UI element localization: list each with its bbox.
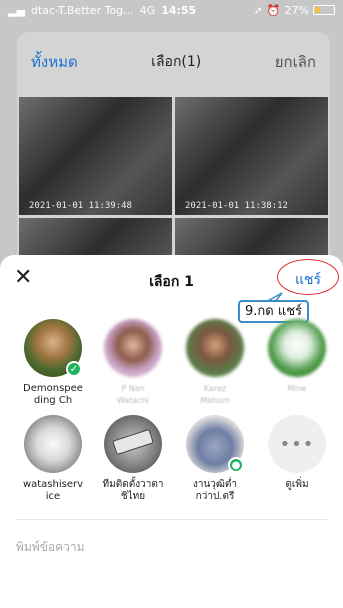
contact-item[interactable]: ✓ Demonspee ding Ch <box>13 319 93 407</box>
share-button[interactable]: แชร์ <box>295 269 321 291</box>
alarm-icon: ⏰ <box>266 3 281 17</box>
contact-name: watashiserv ice <box>22 479 84 502</box>
select-all-button[interactable]: ทั้งหมด <box>31 50 78 74</box>
contact-item[interactable]: Karez Mahom <box>175 319 255 407</box>
avatar <box>268 319 326 377</box>
video-thumbnail[interactable]: 2021-01-01 11:38:12 <box>175 97 328 215</box>
avatar <box>104 319 162 377</box>
video-thumbnail[interactable]: 2021-01-01 11:39:48 <box>19 97 172 215</box>
battery-percent: 27% <box>284 3 309 17</box>
status-bar: ▂▄ dtac-T.Better Tog... 4G 14:55 ➚ ⏰ 27% <box>0 0 343 20</box>
thumbnail-timestamp: 2021-01-01 11:38:12 <box>185 201 288 211</box>
location-icon: ➚ <box>253 3 263 17</box>
carrier-text: dtac-T.Better Tog... <box>30 3 134 17</box>
selected-check-icon: ✓ <box>66 361 82 377</box>
contact-name: P Nan Watachi <box>116 384 150 405</box>
sheet-header: ✕ เลือก 1 แชร์ <box>0 255 343 303</box>
avatar: ✓ <box>24 319 82 377</box>
background-header: ทั้งหมด เลือก(1) ยกเลิก <box>17 50 330 74</box>
share-sheet: ✕ เลือก 1 แชร์ 9.กด แชร์ ✓ Demonspee din… <box>0 255 343 608</box>
contact-item[interactable]: watashiserv ice <box>13 415 93 503</box>
network-text: 4G <box>139 3 156 17</box>
battery-icon <box>313 5 335 15</box>
signal-icon: ▂▄ <box>8 3 25 17</box>
contact-item[interactable]: ทีมติดตั้งวาตา ชิไทย <box>93 415 173 503</box>
contact-item[interactable]: P Nan Watachi <box>93 319 173 407</box>
divider <box>16 519 327 520</box>
contact-name: Mine <box>287 384 307 393</box>
cctv-camera-icon <box>112 429 154 455</box>
contact-name: Karez Mahom <box>200 384 230 405</box>
avatar: ● <box>186 415 244 473</box>
thumbnail-timestamp: 2021-01-01 11:39:48 <box>29 201 132 211</box>
see-more-label: ดูเพิ่ม <box>285 479 309 490</box>
message-input[interactable]: พิมพ์ข้อความ <box>16 538 85 557</box>
avatar <box>104 415 162 473</box>
see-more-button[interactable]: ••• ดูเพิ่ม <box>257 415 337 491</box>
avatar <box>24 415 82 473</box>
contact-name: ทีมติดตั้งวาตา ชิไทย <box>102 479 164 502</box>
more-dots-icon: ••• <box>268 415 326 473</box>
selection-count: เลือก(1) <box>151 54 202 70</box>
contact-item[interactable]: Mine <box>257 319 337 395</box>
group-icon: ● <box>228 457 244 473</box>
cancel-button[interactable]: ยกเลิก <box>275 50 316 74</box>
contact-name: งานวุฒิต่ำ กว่าป.ตรี <box>192 479 238 502</box>
avatar <box>186 319 244 377</box>
contact-item[interactable]: ● งานวุฒิต่ำ กว่าป.ตรี <box>175 415 255 503</box>
time-text: 14:55 <box>161 3 197 17</box>
contact-name: Demonspee ding Ch <box>23 383 83 406</box>
